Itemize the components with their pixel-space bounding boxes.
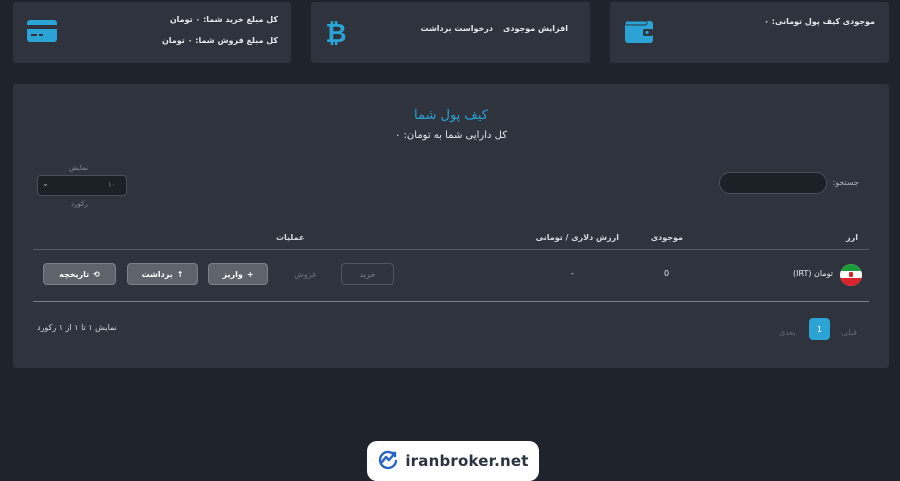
total-assets-text: کل دارایی شما به تومان: ۰ <box>395 130 507 141</box>
column-header-currency[interactable]: ارز <box>846 233 858 242</box>
sell-button[interactable]: فروش <box>279 263 331 285</box>
page-length-value: ۱۰ <box>108 181 116 189</box>
iran-flag-icon <box>840 264 862 286</box>
bitcoin-icon: ₿ <box>325 17 347 51</box>
wallet-icon <box>624 18 654 48</box>
pagination-previous[interactable]: قبلی <box>841 328 857 337</box>
total-sell-text: کل مبلغ فروش شما: ۰ تومان <box>161 36 278 45</box>
deposit-button[interactable]: + واریز <box>208 263 268 285</box>
deposit-label: واریز <box>222 269 243 279</box>
total-buy-text: کل مبلغ خرید شما: ۰ تومان <box>169 15 278 24</box>
column-header-value[interactable]: ارزش دلاری / تومانی <box>536 233 619 242</box>
balance-value: 0 <box>664 269 670 278</box>
chevron-down-icon: ⌄ <box>42 179 49 188</box>
buy-button[interactable]: خرید <box>341 263 394 285</box>
page-title: کیف پول شما <box>414 108 488 123</box>
page-length-select[interactable]: ۱۰ ⌄ <box>37 175 127 196</box>
table-header-divider <box>33 249 869 250</box>
search-input[interactable] <box>719 172 827 194</box>
pagination-page-1[interactable]: 1 <box>809 318 830 340</box>
page-length-label: نمایش <box>69 164 89 172</box>
credit-card-icon <box>26 18 58 48</box>
column-header-actions: عملیات <box>276 233 305 242</box>
wallet-balance-card: موجودی کیف پول تومانی: ۰ <box>610 2 889 63</box>
brand-text: iranbroker.net <box>405 452 529 470</box>
table-bottom-divider <box>33 301 869 302</box>
table-info-text: نمایش ۱ تا ۱ از ۱ رکورد <box>37 323 117 332</box>
history-button[interactable]: ⟲ تاریخچه <box>43 263 116 285</box>
withdraw-button[interactable]: ↑ برداشت <box>127 263 198 285</box>
page-number: 1 <box>816 324 823 334</box>
column-header-balance[interactable]: موجودی <box>651 233 683 242</box>
withdraw-label: برداشت <box>141 269 173 279</box>
arrow-up-icon: ↑ <box>176 269 184 279</box>
withdraw-request-link[interactable]: درخواست برداشت <box>420 24 493 33</box>
increase-balance-link[interactable]: افزایش موجودی <box>503 24 568 33</box>
pagination-next[interactable]: بعدی <box>779 328 796 337</box>
buy-label: خرید <box>359 269 376 279</box>
purchase-summary-card: کل مبلغ خرید شما: ۰ تومان کل مبلغ فروش ش… <box>13 2 291 63</box>
trend-chart-icon <box>377 448 399 474</box>
fiat-value: - <box>571 269 574 278</box>
iranbroker-badge: iranbroker.net <box>367 441 539 481</box>
history-label: تاریخچه <box>59 269 90 279</box>
wallet-panel: کیف پول شما کل دارایی شما به تومان: ۰ جس… <box>13 84 889 368</box>
svg-text:₿: ₿ <box>325 19 346 47</box>
sell-label: فروش <box>294 269 316 279</box>
currency-name: تومان (IRT) <box>793 269 833 278</box>
crypto-actions-card: افزایش موجودی درخواست برداشت ₿ <box>311 2 590 63</box>
history-icon: ⟲ <box>93 269 100 279</box>
plus-icon: + <box>246 269 254 279</box>
wallet-balance-text: موجودی کیف پول تومانی: ۰ <box>764 17 875 26</box>
search-label: جستجو: <box>832 178 860 187</box>
records-label: رکورد <box>71 200 88 208</box>
